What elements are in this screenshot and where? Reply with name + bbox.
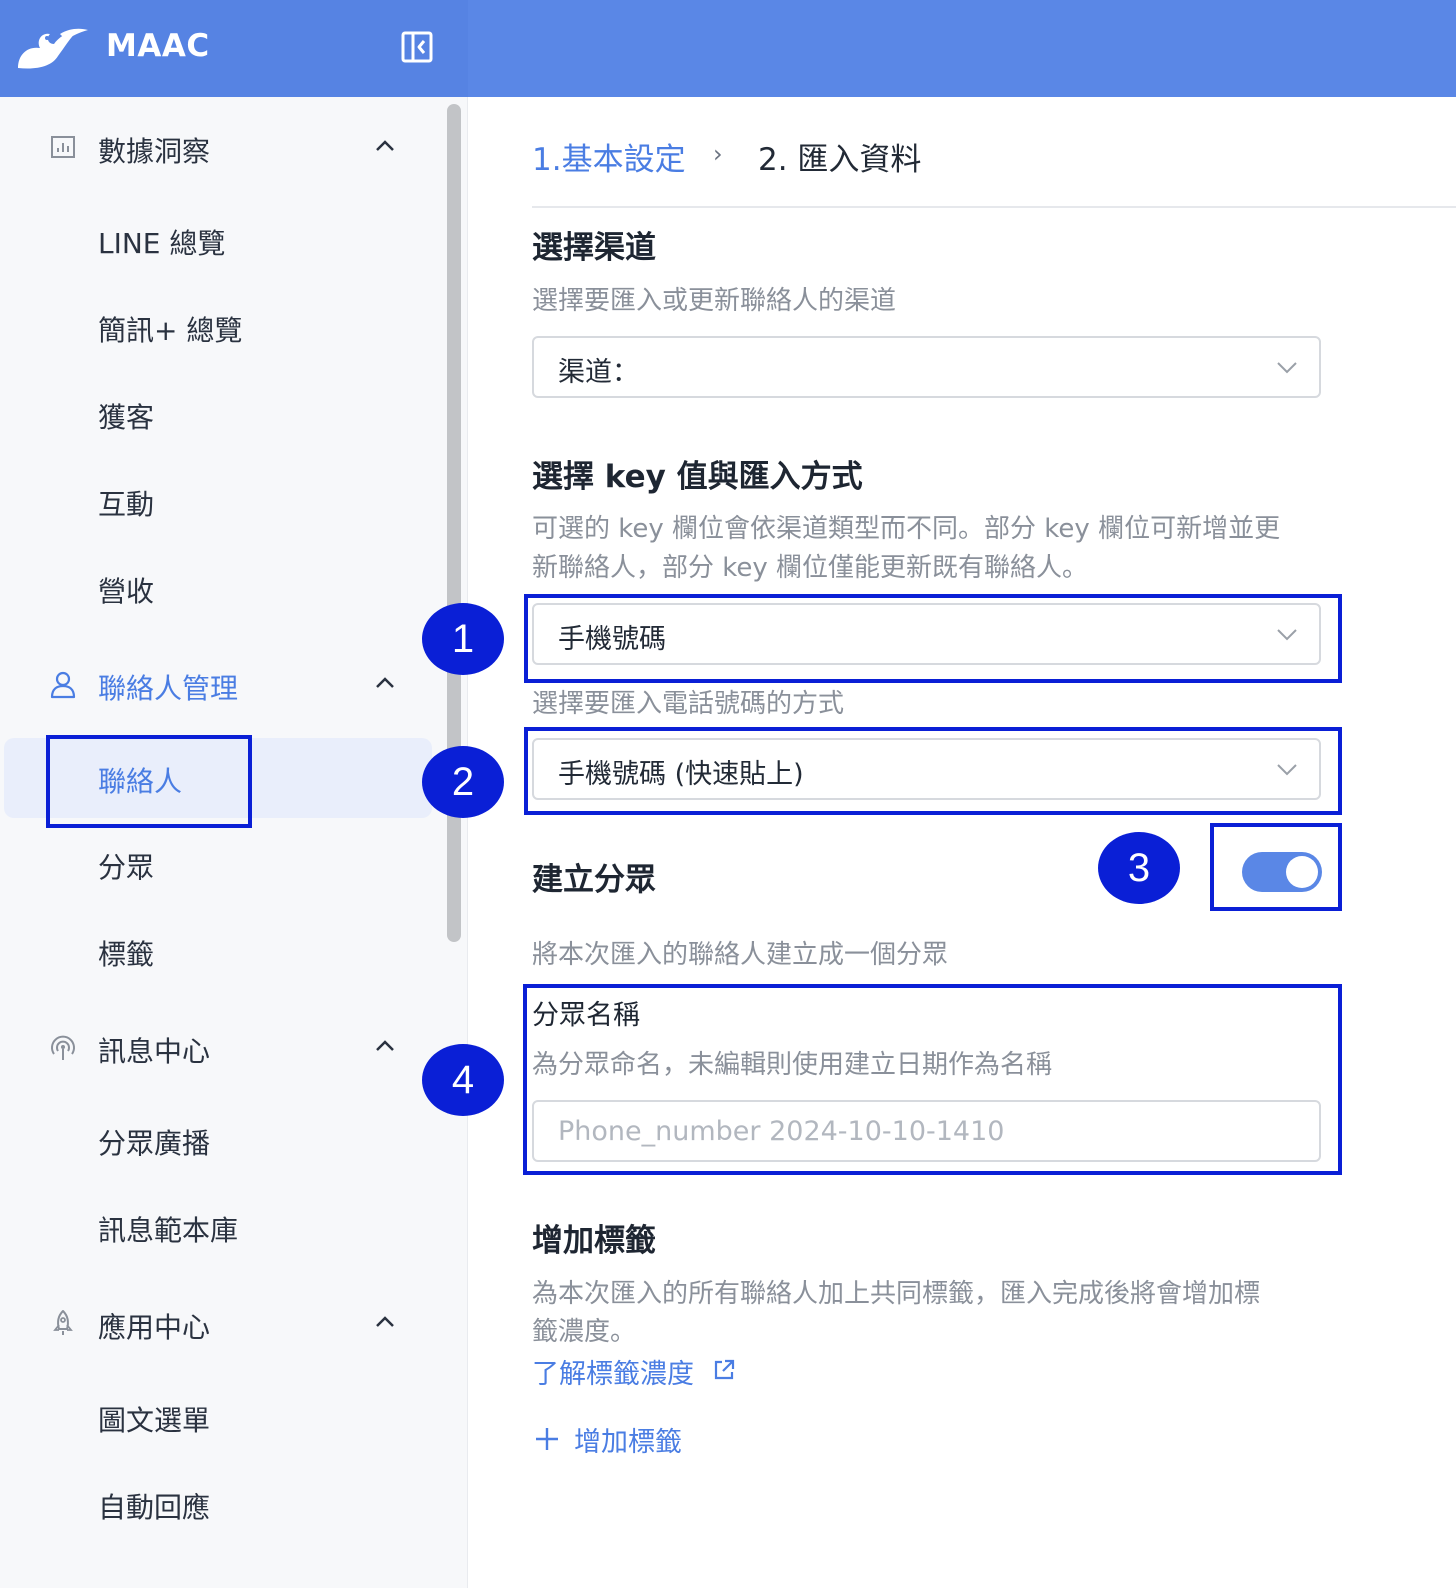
sidebar-item-label: 訊息範本庫 — [98, 1214, 239, 1247]
sidebar-group-label: 數據洞察 — [98, 135, 211, 168]
channel-select-value: 渠道： — [558, 357, 639, 388]
sidebar-group-label: 訊息中心 — [98, 1035, 211, 1068]
segment-section-desc: 將本次匯入的聯絡人建立成一個分眾 — [532, 940, 949, 970]
channel-section-desc: 選擇要匯入或更新聯絡人的渠道 — [532, 286, 897, 316]
annotation-badge-4: 4 — [422, 1044, 504, 1116]
sidebar-item-label: 標籤 — [98, 938, 155, 971]
sidebar-item-sms-overview[interactable]: 簡訊+ 總覽 — [0, 290, 440, 366]
tags-section-desc-line2: 籤濃度。 — [532, 1317, 637, 1347]
key-section-title: 選擇 key 值與匯入方式 — [532, 459, 863, 495]
bar-chart-icon — [51, 136, 75, 158]
sidebar-item-label: 圖文選單 — [98, 1404, 211, 1437]
user-icon — [50, 671, 76, 699]
step-basic-settings[interactable]: 1.基本設定 — [532, 134, 686, 179]
sidebar-item-segments[interactable]: 分眾 — [0, 827, 440, 903]
sidebar-item-label: 簡訊+ 總覽 — [98, 314, 243, 347]
sidebar-group-contact-management[interactable]: 聯絡人管理 — [0, 645, 440, 725]
sidebar-item-line-overview[interactable]: LINE 總覽 — [0, 203, 440, 279]
step-separator-icon: › — [713, 140, 723, 168]
sidebar-item-label: 自動回應 — [98, 1491, 211, 1524]
sidebar-item-label: 分眾廣播 — [98, 1127, 211, 1160]
annotation-badge-1: 1 — [422, 603, 504, 675]
tags-section-desc-line1: 為本次匯入的所有聯絡人加上共同標籤，匯入完成後將會增加標 — [532, 1279, 1261, 1309]
sidebar-group-app-center[interactable]: 應用中心 — [0, 1284, 440, 1364]
channel-section-title: 選擇渠道 — [532, 230, 656, 266]
brand-name: MAAC — [106, 28, 210, 64]
sidebar-item-engagement[interactable]: 互動 — [0, 464, 440, 540]
chevron-up-icon — [376, 1316, 394, 1327]
sidebar-item-message-templates[interactable]: 訊息範本庫 — [0, 1190, 440, 1266]
sidebar-item-segment-broadcast[interactable]: 分眾廣播 — [0, 1103, 440, 1179]
key-section-desc-line2: 新聯絡人，部分 key 欄位僅能更新既有聯絡人。 — [532, 553, 1089, 583]
annotation-badge-3: 3 — [1098, 832, 1180, 904]
sidebar-group-message-center[interactable]: 訊息中心 — [0, 1008, 440, 1088]
channel-select[interactable]: 渠道： — [532, 336, 1321, 398]
broadcast-icon — [51, 1035, 75, 1060]
sidebar-item-acquisition[interactable]: 獲客 — [0, 377, 440, 453]
import-method-label: 選擇要匯入電話號碼的方式 — [532, 689, 845, 719]
chevron-up-icon — [376, 140, 394, 151]
header-divider — [532, 206, 1456, 208]
rocket-icon — [53, 1310, 73, 1335]
sidebar-collapse-icon[interactable] — [400, 30, 434, 64]
add-tag-label: 增加標籤 — [574, 1427, 682, 1458]
plus-icon — [536, 1428, 558, 1450]
sidebar-item-revenue[interactable]: 營收 — [0, 551, 440, 627]
annotation-box-1 — [524, 594, 1342, 683]
segment-section-title: 建立分眾 — [532, 862, 656, 898]
step-import-data: 2. 匯入資料 — [758, 142, 922, 178]
annotation-box-4 — [523, 984, 1342, 1175]
sidebar-item-label: LINE 總覽 — [98, 227, 226, 260]
chevron-up-icon — [376, 1040, 394, 1051]
sidebar-group-data-insights[interactable]: 數據洞察 — [0, 108, 440, 188]
top-bar: MAAC — [0, 0, 1456, 97]
sidebar-group-label: 聯絡人管理 — [98, 672, 239, 705]
sidebar-item-rich-menu[interactable]: 圖文選單 — [0, 1380, 440, 1456]
sidebar-item-label: 分眾 — [98, 851, 155, 884]
annotation-box-contacts — [46, 735, 252, 828]
sidebar-item-label: 獲客 — [98, 401, 155, 434]
chevron-down-icon — [1277, 362, 1297, 374]
annotation-badge-2: 2 — [422, 746, 504, 818]
sidebar-group-label: 應用中心 — [98, 1311, 211, 1344]
sidebar-item-tags[interactable]: 標籤 — [0, 914, 440, 990]
maac-logo-icon — [18, 28, 88, 69]
add-tag-button[interactable]: 增加標籤 — [534, 1420, 694, 1460]
annotation-box-3 — [1210, 823, 1342, 911]
chevron-up-icon — [376, 677, 394, 688]
external-link-icon[interactable] — [712, 1358, 736, 1382]
annotation-box-2 — [524, 727, 1342, 815]
sidebar-item-auto-reply[interactable]: 自動回應 — [0, 1467, 440, 1543]
tags-section-title: 增加標籤 — [532, 1223, 656, 1259]
learn-tag-density-link[interactable]: 了解標籤濃度 — [532, 1352, 694, 1391]
key-section-desc-line1: 可選的 key 欄位會依渠道類型而不同。部分 key 欄位可新增並更 — [532, 514, 1281, 544]
sidebar-item-label: 營收 — [98, 575, 155, 608]
sidebar-item-label: 互動 — [98, 488, 155, 521]
